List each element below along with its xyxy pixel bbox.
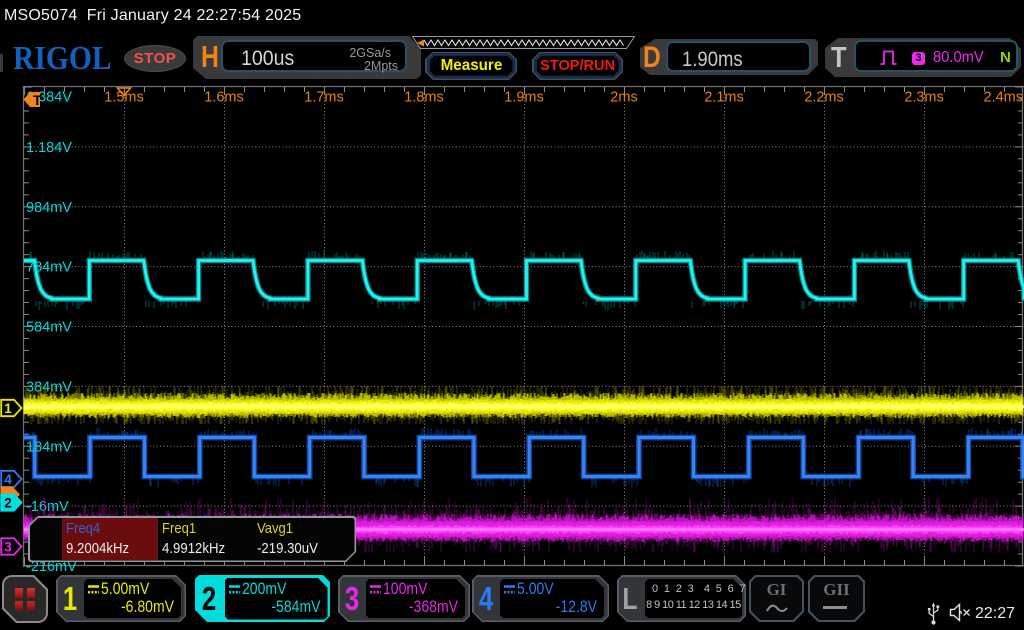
svg-text:1: 1: [4, 401, 12, 416]
svg-text:2.4ms: 2.4ms: [984, 90, 1024, 106]
svg-text:1.5ms: 1.5ms: [104, 90, 144, 106]
svg-text:T: T: [33, 92, 42, 108]
svg-text:3: 3: [4, 540, 12, 555]
svg-text:2.3ms: 2.3ms: [904, 90, 944, 106]
svg-text:984mV: 984mV: [26, 200, 72, 216]
svg-text:184mV: 184mV: [26, 439, 72, 455]
svg-text:1.6ms: 1.6ms: [204, 90, 244, 106]
svg-text:1.7ms: 1.7ms: [304, 90, 344, 106]
svg-text:-16mV: -16mV: [26, 499, 69, 515]
svg-text:2.2ms: 2.2ms: [804, 90, 844, 106]
svg-text:2ms: 2ms: [610, 90, 637, 106]
svg-text:4: 4: [4, 472, 12, 487]
svg-text:584mV: 584mV: [26, 320, 72, 336]
svg-text:784mV: 784mV: [26, 260, 72, 276]
svg-text:1.8ms: 1.8ms: [404, 90, 444, 106]
svg-text:2.1ms: 2.1ms: [704, 90, 744, 106]
svg-text:2: 2: [4, 496, 12, 511]
svg-text:1.9ms: 1.9ms: [504, 90, 544, 106]
svg-text:1.184V: 1.184V: [26, 140, 72, 156]
